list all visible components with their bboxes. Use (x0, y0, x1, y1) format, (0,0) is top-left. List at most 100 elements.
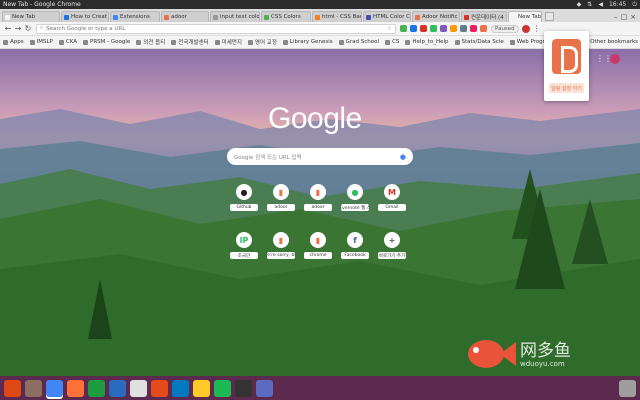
tab[interactable]: How to Creat (61, 11, 109, 22)
bookmark-item[interactable]: Library Genesis (282, 39, 333, 45)
shortcut-tile[interactable]: ● Evernote 웹 스 (341, 184, 369, 211)
shortcut-label: Gmail (378, 204, 406, 211)
folder-icon (385, 39, 391, 45)
tab[interactable]: adoor (161, 11, 209, 22)
back-icon[interactable]: ← (3, 24, 13, 33)
trash-icon[interactable] (619, 379, 636, 397)
volume-icon[interactable]: ◀ (598, 1, 603, 9)
ubuntu-icon[interactable] (4, 379, 21, 397)
bookmark-label: Grad School (345, 39, 380, 45)
tab[interactable]: New Tab (508, 11, 542, 22)
bookmark-star-icon[interactable]: ☆ (387, 26, 392, 32)
extension-icon[interactable] (450, 25, 457, 32)
tab[interactable]: html - CSS Bac (312, 11, 362, 22)
plus-icon: + (384, 232, 400, 248)
minimize-icon[interactable]: – (614, 13, 618, 21)
profile-paused-badge[interactable]: Paused (491, 24, 519, 33)
shortcut-glyph: f (353, 235, 357, 245)
extension-icon[interactable] (410, 25, 417, 32)
extension-icon[interactable] (470, 25, 477, 32)
bookmark-item[interactable]: IMSLP (29, 39, 53, 45)
bookmark-item[interactable]: 영어 교정 (247, 38, 277, 46)
google-search-box[interactable]: Google 검색 또는 URL 입력 ● (227, 148, 413, 165)
maximize-icon[interactable]: □ (621, 13, 628, 21)
notification-settings-button[interactable]: 알림 설정 하기 (549, 83, 584, 93)
tab[interactable]: HTML Color C (363, 11, 411, 22)
bookmark-item[interactable]: 의전 옵티 (136, 38, 165, 46)
adoor-icon: ▮ (310, 184, 326, 200)
new-tab-button[interactable] (545, 12, 554, 21)
bookmark-item[interactable]: Apps (3, 39, 24, 45)
shortcut-tile[interactable]: f Facebook (341, 232, 369, 259)
google-logo: Google (268, 102, 362, 135)
shortcut-tile[interactable]: IP 조국만 (230, 232, 258, 259)
tab[interactable]: Adoor Notific (412, 11, 460, 22)
extension-icon[interactable] (440, 25, 447, 32)
files-icon[interactable] (25, 379, 42, 397)
shortcut-tile[interactable]: ▮ adoor (267, 184, 295, 211)
bookmark-label: PRSM - Google (90, 39, 131, 45)
notes-icon[interactable] (193, 379, 210, 397)
search-placeholder: Google 검색 또는 URL 입력 (234, 154, 302, 161)
profile-avatar[interactable] (521, 24, 530, 33)
adoor-extension-icon[interactable] (480, 25, 487, 32)
close-icon[interactable]: × (630, 13, 636, 21)
apps-grid-icon[interactable]: ⋮⋮ (596, 55, 612, 63)
power-icon[interactable]: ⏻ (632, 1, 637, 9)
shortcut-label: adoor (267, 204, 295, 211)
fish-logo-icon (468, 340, 516, 368)
menu-kebab-icon[interactable]: ⋮ (533, 24, 541, 33)
shortcut-tile[interactable]: ● Github (230, 184, 258, 211)
tab[interactable]: CSS Colors (261, 11, 311, 22)
address-bar[interactable]: ⌕ Search Google or type a URL ☆ (36, 23, 396, 34)
shortcut-tile[interactable]: ▮ We're sorry, but (267, 232, 295, 259)
tab-favicon-icon (366, 14, 371, 20)
bookmark-item[interactable]: 미세먼지 (214, 38, 242, 46)
bookmark-item[interactable]: 전국개발센터 (171, 38, 209, 46)
network-icon[interactable]: ⇅ (587, 1, 592, 9)
document-viewer-icon[interactable] (130, 379, 147, 397)
tab[interactable]: New Tab (2, 11, 60, 22)
bookmark-item[interactable]: CKA (58, 39, 77, 45)
extension-icon[interactable] (400, 25, 407, 32)
account-avatar[interactable] (610, 54, 620, 64)
bookmark-label: Help_to_Help (412, 39, 449, 45)
spotify-icon[interactable] (214, 379, 231, 397)
watermark-url: wduoyu.com (520, 360, 565, 368)
extension-icon[interactable] (420, 25, 427, 32)
microphone-icon[interactable]: ● (400, 153, 406, 161)
chrome-icon[interactable] (46, 379, 63, 397)
bookmark-item[interactable]: Grad School (338, 39, 380, 45)
extension-icon[interactable] (430, 25, 437, 32)
tab[interactable]: input text colo (210, 11, 260, 22)
shortcut-tile[interactable]: M Gmail (378, 184, 406, 211)
ntp-top-right: ⋮⋮ (596, 54, 620, 64)
bookmark-item[interactable]: CS (385, 39, 399, 45)
firefox-icon[interactable] (67, 379, 84, 397)
shortcut-tile[interactable]: + 바로가기 추가 (378, 232, 406, 259)
shortcut-glyph: IP (239, 235, 249, 245)
tab[interactable]: 컨운데이터 (4 (461, 11, 507, 22)
bookmark-label: 전국개발센터 (178, 40, 209, 46)
reload-icon[interactable]: ↻ (23, 24, 33, 33)
settings-icon[interactable] (151, 379, 168, 397)
shortcut-tile[interactable]: ▮ chrome (304, 232, 332, 259)
other-bookmarks[interactable]: Other bookmarks (590, 39, 638, 45)
libreoffice-writer-icon[interactable] (109, 379, 126, 397)
dropbox-icon[interactable]: ◆ (577, 1, 582, 9)
extension-icon[interactable] (460, 25, 467, 32)
bookmark-item[interactable]: Stats/Data Scie (454, 39, 504, 45)
bookmark-item[interactable]: Help_to_Help (405, 39, 449, 45)
facebook-icon: f (347, 232, 363, 248)
shortcut-tile[interactable]: ▮ adoor (304, 184, 332, 211)
tab[interactable]: Extensions (110, 11, 160, 22)
forward-icon[interactable]: → (13, 24, 23, 33)
terminal-icon[interactable] (235, 379, 252, 397)
clock[interactable]: 16:45 (609, 1, 626, 9)
trello-icon[interactable] (172, 379, 189, 397)
bookmark-item[interactable]: PRSM - Google (83, 39, 130, 45)
bookmark-label: IMSLP (36, 39, 53, 45)
tab-favicon-icon (264, 14, 269, 20)
libreoffice-calc-icon[interactable] (88, 379, 105, 397)
code-icon[interactable] (256, 379, 273, 397)
